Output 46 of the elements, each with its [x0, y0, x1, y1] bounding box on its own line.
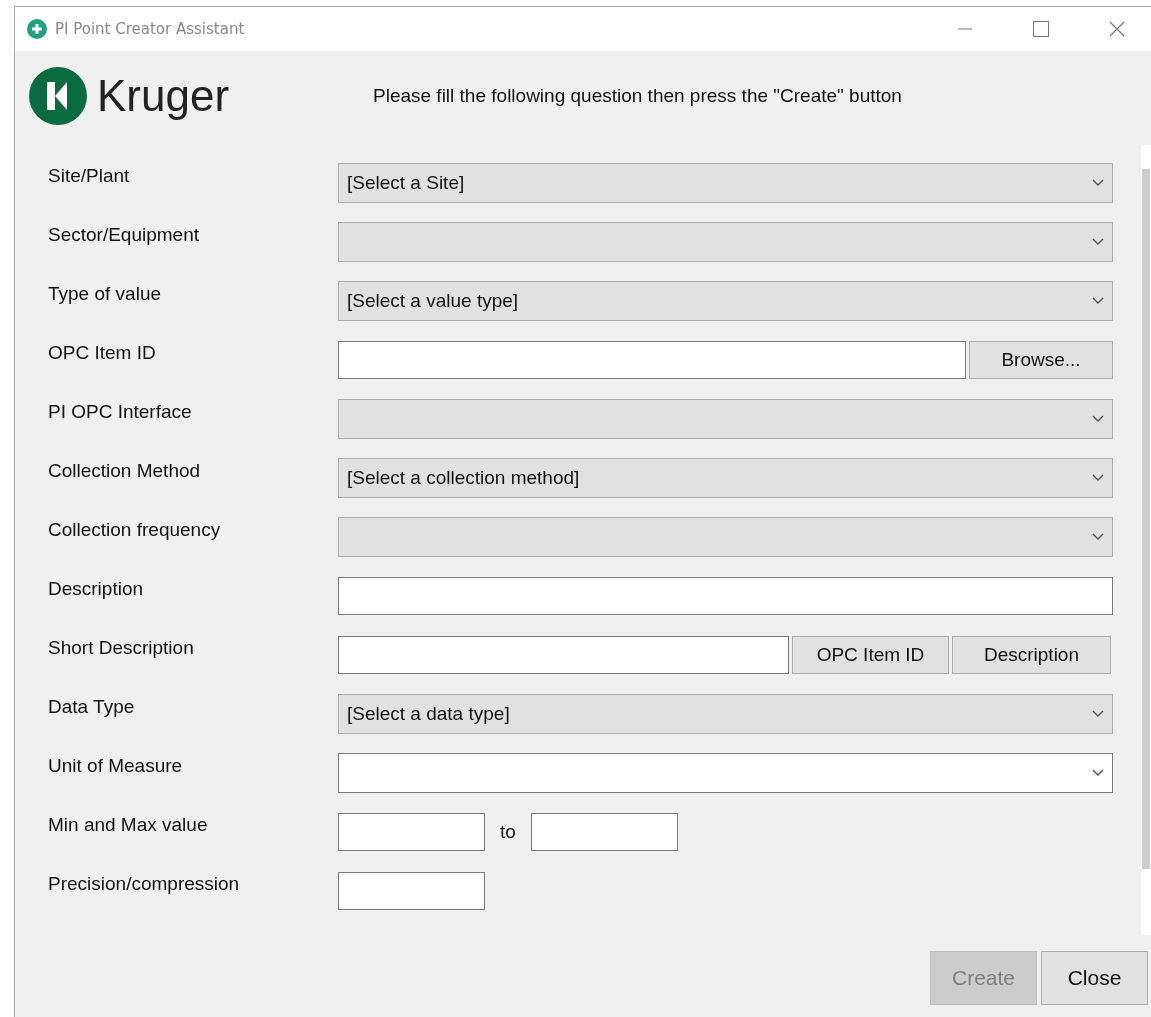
logo-icon [29, 67, 87, 125]
chevron-down-icon [1092, 474, 1104, 482]
field-label: Short Description [48, 636, 195, 659]
max-field[interactable] [530, 813, 678, 851]
close-icon [1109, 21, 1125, 37]
field-label: Unit of Measure [48, 754, 184, 777]
close-button[interactable]: Close [1041, 951, 1148, 1005]
chevron-down-icon [1092, 769, 1104, 777]
window-title: PI Point Creator Assistant [55, 20, 246, 38]
fill-button[interactable]: OPC Item ID [792, 636, 949, 674]
input-field[interactable] [338, 341, 966, 379]
field-label: OPC Item ID [48, 341, 157, 364]
dropdown[interactable]: [Select a data type] [338, 694, 1113, 734]
field-label: Sector/Equipment [48, 223, 201, 246]
fill-button[interactable]: Description [952, 636, 1111, 674]
field-label: Precision/compression [48, 872, 241, 895]
field-label: Description [48, 577, 145, 600]
logo-text: Kruger [97, 71, 230, 121]
chevron-down-icon [1092, 238, 1104, 246]
minimize-icon [958, 28, 972, 30]
input-field[interactable] [338, 636, 789, 674]
field-label: Collection frequency [48, 518, 222, 541]
dropdown[interactable]: [Select a collection method] [338, 458, 1113, 498]
to-label: to [500, 821, 516, 843]
dropdown[interactable]: [Select a Site] [338, 163, 1113, 203]
browse-button[interactable]: Browse... [969, 341, 1113, 379]
dropdown[interactable]: [Select a value type] [338, 281, 1113, 321]
field-label: Site/Plant [48, 164, 131, 187]
min-field[interactable] [338, 813, 485, 851]
input-field[interactable] [338, 577, 1113, 615]
field-label: Min and Max value [48, 813, 209, 836]
field-label: Collection Method [48, 459, 202, 482]
chevron-down-icon [1092, 415, 1104, 423]
chevron-down-icon [1092, 179, 1104, 187]
instruction-text: Please fill the following question then press the "Create" button [373, 85, 902, 107]
dropdown[interactable] [338, 753, 1113, 793]
maximize-icon [1033, 21, 1049, 37]
input-field[interactable] [338, 872, 485, 910]
field-label: Type of value [48, 282, 163, 305]
field-label: Data Type [48, 695, 136, 718]
plus-icon [27, 19, 47, 39]
chevron-down-icon [1092, 710, 1104, 718]
scrollbar[interactable] [1141, 145, 1151, 935]
chevron-down-icon [1092, 297, 1104, 305]
chevron-down-icon [1092, 533, 1104, 541]
field-label: PI OPC Interface [48, 400, 193, 423]
